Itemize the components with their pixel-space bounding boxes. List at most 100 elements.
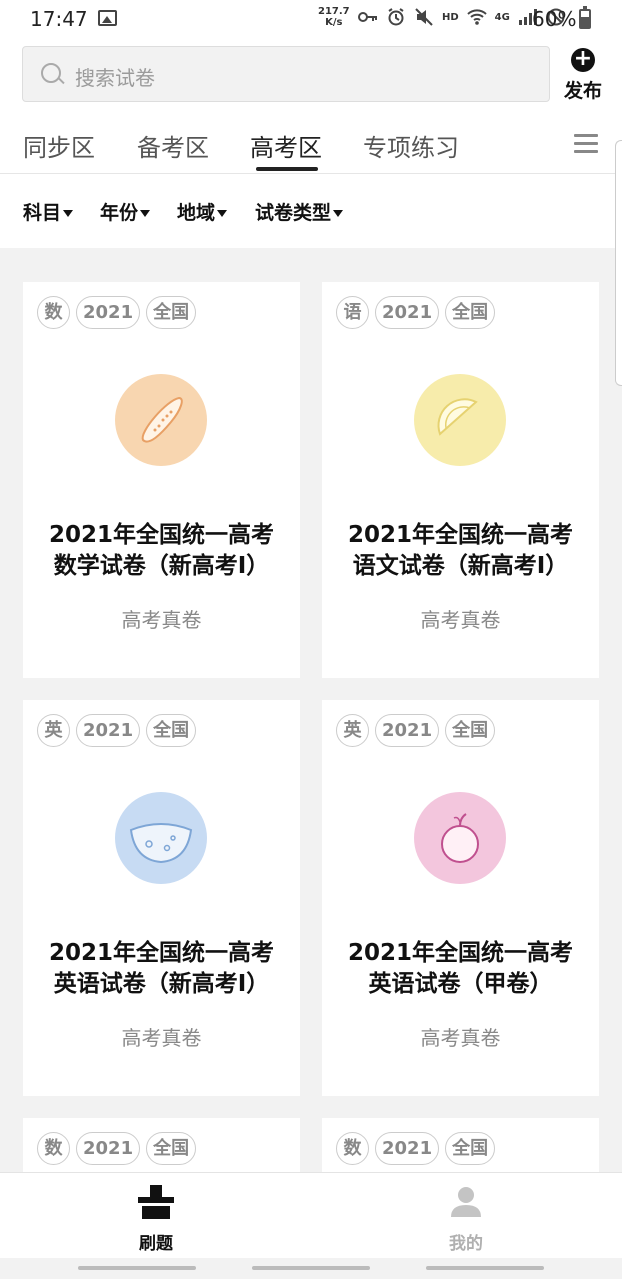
filter-subject-label: 科目: [23, 202, 62, 224]
card-subtitle: 高考真卷: [121, 1026, 202, 1050]
caret-down-icon: [140, 210, 151, 217]
card-title-line1: 2021年全国统一高考: [48, 522, 274, 548]
status-bar: 17:47 217.7 K/s HD 4G 60%: [0, 0, 622, 38]
nav-profile[interactable]: 我的: [426, 1185, 506, 1254]
region-tag: 全国: [445, 1132, 496, 1165]
filter-year[interactable]: 年份: [100, 198, 151, 225]
paper-card[interactable]: 数 2021 全国: [322, 1118, 599, 1178]
alarm-icon: [388, 8, 404, 26]
card-title: 2021年全国统一高考 英语试卷（甲卷）: [322, 938, 599, 1000]
quiz-icon: [138, 1185, 174, 1219]
network-speed-value: 217.7: [318, 6, 350, 17]
card-tags: 数 2021 全国: [336, 1132, 496, 1165]
card-tags: 数 2021 全国: [37, 1132, 197, 1165]
subject-tag: 英: [336, 714, 369, 747]
card-title-line1: 2021年全国统一高考: [347, 522, 573, 548]
card-title-line2: 英语试卷（甲卷）: [368, 971, 553, 997]
gesture-pill[interactable]: [426, 1266, 544, 1270]
plus-icon: +: [571, 48, 595, 72]
card-subtitle: 高考真卷: [121, 608, 202, 632]
card-title-line2: 数学试卷（新高考I）: [53, 553, 270, 579]
region-tag: 全国: [146, 714, 197, 747]
menu-icon[interactable]: [574, 134, 598, 154]
card-title: 2021年全国统一高考 数学试卷（新高考I）: [23, 520, 300, 582]
nav-quiz[interactable]: 刷题: [116, 1185, 196, 1254]
card-tags: 语 2021 全国: [336, 296, 496, 329]
nav-profile-label: 我的: [449, 1234, 483, 1254]
year-tag: 2021: [76, 296, 141, 329]
card-tags: 数 2021 全国: [37, 296, 197, 329]
card-subtitle: 高考真卷: [420, 1026, 501, 1050]
system-gesture-bar: [0, 1258, 622, 1279]
year-tag: 2021: [375, 714, 440, 747]
hd-indicator: HD: [442, 11, 459, 23]
caret-down-icon: [333, 210, 344, 217]
filter-paper-type[interactable]: 试卷类型: [255, 198, 344, 225]
paper-card[interactable]: 语 2021 全国 2021年全国统一高考 语文试卷（新高考I） 高考真卷: [322, 282, 599, 678]
search-input[interactable]: 搜索试卷: [22, 46, 550, 102]
battery-icon: [579, 6, 591, 29]
profile-icon: [451, 1187, 481, 1217]
network-speed: 217.7 K/s: [318, 6, 350, 28]
paper-card[interactable]: 数 2021 全国 2021年全国统一高考 数学试卷（新高考I） 高考真卷: [23, 282, 300, 678]
card-title: 2021年全国统一高考 英语试卷（新高考I）: [23, 938, 300, 1000]
filter-subject[interactable]: 科目: [23, 198, 74, 225]
gesture-pill[interactable]: [252, 1266, 370, 1270]
image-notification-icon: [98, 10, 117, 26]
header: 搜索试卷 + 发布 同步区 备考区 高考区 专项练习 科目 年份 地域 试卷类型: [0, 38, 622, 248]
nav-quiz-label: 刷题: [139, 1234, 173, 1254]
card-title-line2: 英语试卷（新高考I）: [53, 971, 270, 997]
card-title-line1: 2021年全国统一高考: [347, 940, 573, 966]
wifi-icon: [466, 9, 487, 25]
card-title: 2021年全国统一高考 语文试卷（新高考I）: [322, 520, 599, 582]
lemon-slice-icon: [414, 374, 506, 466]
region-tag: 全国: [445, 296, 496, 329]
year-tag: 2021: [76, 1132, 141, 1165]
caret-down-icon: [217, 210, 228, 217]
tab-sync[interactable]: 同步区: [23, 128, 95, 163]
year-tag: 2021: [76, 714, 141, 747]
paper-card[interactable]: 数 2021 全国: [23, 1118, 300, 1178]
paper-card[interactable]: 英 2021 全国 2021年全国统一高考 英语试卷（新高考I） 高考真卷: [23, 700, 300, 1096]
publish-label: 发布: [563, 80, 602, 102]
mute-icon: [415, 8, 433, 26]
subject-tag: 语: [336, 296, 369, 329]
card-title-line1: 2021年全国统一高考: [48, 940, 274, 966]
key-icon: [358, 12, 377, 22]
tab-prepare[interactable]: 备考区: [137, 128, 209, 163]
apple-icon: [414, 792, 506, 884]
battery-percent: 60%: [532, 7, 577, 31]
filter-paper-type-label: 试卷类型: [255, 202, 332, 224]
region-tag: 全国: [445, 714, 496, 747]
subject-tag: 数: [336, 1132, 369, 1165]
subject-tag: 英: [37, 714, 70, 747]
side-drawer-handle[interactable]: [615, 140, 622, 386]
year-tag: 2021: [375, 1132, 440, 1165]
search-placeholder: 搜索试卷: [75, 66, 155, 90]
active-tab-indicator: [256, 167, 318, 171]
region-tag: 全国: [146, 1132, 197, 1165]
region-tag: 全国: [146, 296, 197, 329]
card-tags: 英 2021 全国: [336, 714, 496, 747]
cheese-icon: [115, 792, 207, 884]
caret-down-icon: [63, 210, 74, 217]
publish-button[interactable]: + 发布: [558, 48, 608, 104]
subject-tag: 数: [37, 1132, 70, 1165]
paper-card[interactable]: 英 2021 全国 2021年全国统一高考 英语试卷（甲卷） 高考真卷: [322, 700, 599, 1096]
network-speed-unit: K/s: [325, 17, 343, 28]
filter-year-label: 年份: [100, 202, 139, 224]
cucumber-icon: [115, 374, 207, 466]
year-tag: 2021: [375, 296, 440, 329]
tab-special-practice[interactable]: 专项练习: [363, 128, 459, 163]
gesture-pill[interactable]: [78, 1266, 196, 1270]
tab-gaokao[interactable]: 高考区: [250, 128, 322, 163]
card-title-line2: 语文试卷（新高考I）: [352, 553, 569, 579]
search-icon: [41, 63, 61, 83]
card-tags: 英 2021 全国: [37, 714, 197, 747]
filter-region[interactable]: 地域: [177, 198, 228, 225]
network-type: 4G: [494, 11, 510, 23]
tab-bar: 同步区 备考区 高考区 专项练习: [0, 122, 622, 174]
bottom-nav: 刷题 我的: [0, 1172, 622, 1258]
card-subtitle: 高考真卷: [420, 608, 501, 632]
subject-tag: 数: [37, 296, 70, 329]
